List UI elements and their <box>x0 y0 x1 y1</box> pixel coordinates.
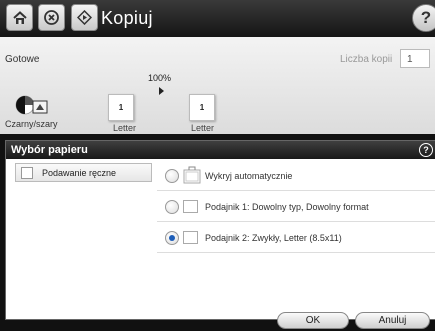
color-mode-label: Czarny/szary <box>5 119 58 129</box>
paper-icon <box>183 231 198 244</box>
status-text: Gotowe <box>5 54 40 65</box>
stop-button[interactable] <box>38 4 65 31</box>
top-bar: Kopiuj ? <box>0 0 435 37</box>
paper-option-auto[interactable]: Wykryj automatycznie <box>157 160 435 191</box>
dialog-title: Wybór papieru <box>11 144 88 156</box>
output-sheet-icon[interactable]: 1 <box>189 94 215 121</box>
manual-feed-checkbox[interactable]: Podawanie ręczne <box>15 163 152 182</box>
start-button[interactable] <box>71 4 98 31</box>
cancel-button[interactable]: Anuluj <box>355 312 430 329</box>
paper-option-tray2[interactable]: Podajnik 2: Zwykły, Letter (8.5x11) <box>157 222 435 253</box>
checkbox-icon <box>21 167 33 179</box>
dialog-header: Wybór papieru ? <box>6 141 435 159</box>
paper-selection-dialog: Wybór papieru ? Podawanie ręczne Wykryj … <box>5 140 435 320</box>
paper-option-tray1[interactable]: Podajnik 1: Dowolny typ, Dowolny format <box>157 191 435 222</box>
radio-button[interactable] <box>165 169 179 183</box>
manual-feed-label: Podawanie ręczne <box>42 168 117 178</box>
option-label: Podajnik 2: Zwykły, Letter (8.5x11) <box>205 233 342 243</box>
output-paper-label: Letter <box>191 123 215 133</box>
arrow-right-icon <box>159 87 164 95</box>
page-title: Kopiuj <box>101 8 153 28</box>
source-paper-label: Letter <box>113 123 137 133</box>
radio-button[interactable] <box>165 200 179 214</box>
color-mode-icon <box>15 95 48 115</box>
scale-text: 100% <box>148 73 172 83</box>
help-button[interactable]: ? <box>412 4 435 32</box>
auto-detect-paper-icon <box>183 166 201 184</box>
copy-status-panel: Gotowe Liczba kopii 1 100% 1 Letter 1 Le… <box>0 37 435 134</box>
dialog-help-button[interactable]: ? <box>419 143 433 157</box>
start-icon <box>77 10 92 25</box>
paper-icon <box>183 200 198 213</box>
ok-button[interactable]: OK <box>277 312 349 329</box>
option-label: Wykryj automatycznie <box>205 171 293 181</box>
color-mode-button[interactable] <box>14 93 54 119</box>
radio-button-selected[interactable] <box>165 231 179 245</box>
home-icon <box>12 10 27 24</box>
home-button[interactable] <box>6 4 33 31</box>
source-sheet-icon[interactable]: 1 <box>108 94 134 121</box>
copies-label: Liczba kopii <box>340 54 393 65</box>
copies-input[interactable]: 1 <box>400 49 430 68</box>
stop-icon <box>44 10 59 25</box>
option-label: Podajnik 1: Dowolny typ, Dowolny format <box>205 202 369 212</box>
